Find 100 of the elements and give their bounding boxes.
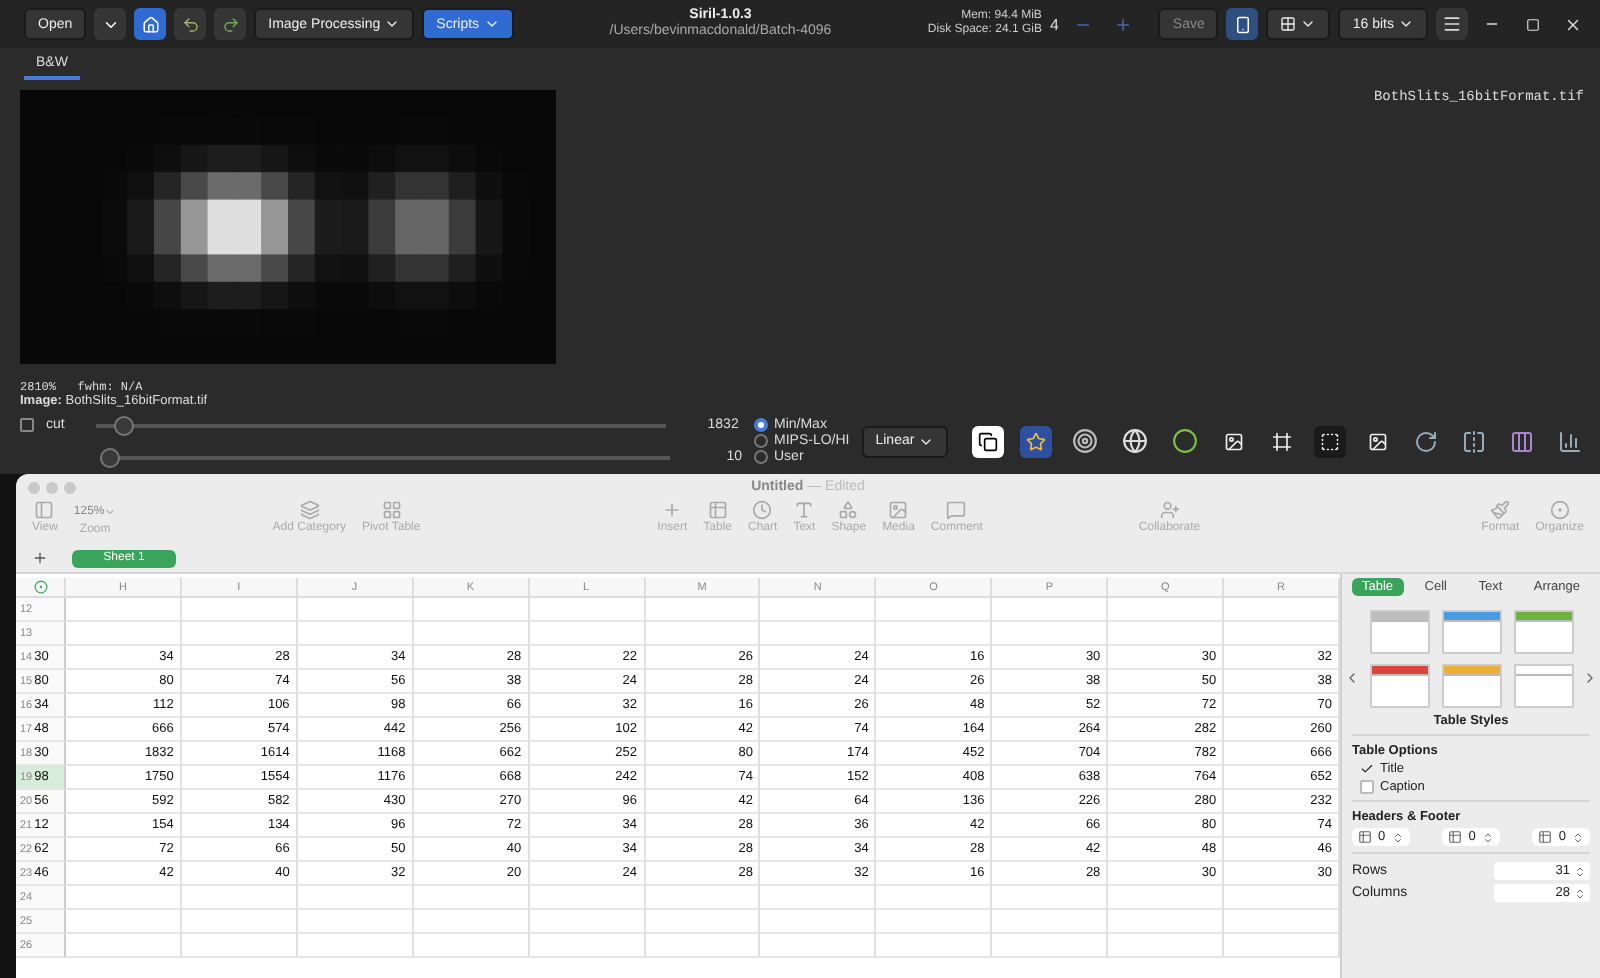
caret-icon xyxy=(1398,16,1414,32)
radio-button[interactable] xyxy=(754,450,768,465)
comment-icon xyxy=(946,500,967,520)
thread-count: 4 xyxy=(1049,15,1059,33)
table-cell xyxy=(645,622,761,646)
table-cell xyxy=(413,598,530,622)
home-button[interactable] xyxy=(134,8,167,40)
table-cell xyxy=(760,910,877,934)
table-cell xyxy=(66,934,182,958)
table-cell xyxy=(413,934,530,958)
table-style-thumbnail[interactable] xyxy=(1441,610,1501,654)
color-mode-dropdown[interactable] xyxy=(1266,8,1331,40)
table-cell xyxy=(66,910,182,934)
sidebar-icon xyxy=(34,500,55,520)
caret-icon xyxy=(483,16,500,32)
table-cell xyxy=(1108,622,1225,646)
redo-button[interactable] xyxy=(214,8,247,40)
table-cell xyxy=(297,622,414,646)
picture-icon xyxy=(1224,431,1245,452)
table-cell xyxy=(413,910,530,934)
table-style-thumbnail[interactable] xyxy=(1513,610,1573,654)
square-button[interactable] xyxy=(1314,425,1347,458)
plus-icon xyxy=(32,550,48,566)
table-cell xyxy=(760,598,877,622)
table-icon xyxy=(1358,830,1372,844)
home-icon xyxy=(141,15,160,33)
table-cell xyxy=(1108,934,1225,958)
table-cell xyxy=(876,598,993,622)
negative-view-button[interactable] xyxy=(972,425,1005,458)
target-button[interactable] xyxy=(1068,425,1103,458)
select-all-icon[interactable] xyxy=(33,580,47,594)
undo-button[interactable] xyxy=(174,8,207,40)
checkbox[interactable] xyxy=(1360,780,1374,794)
ring-icon xyxy=(1172,428,1199,455)
table-cell xyxy=(645,934,761,958)
table-style-thumbnail[interactable] xyxy=(1513,664,1573,708)
table-cell xyxy=(992,622,1109,646)
radio-button[interactable] xyxy=(754,434,768,449)
table-cell xyxy=(413,886,530,910)
copy-icon xyxy=(978,431,999,452)
person-plus-icon xyxy=(1159,500,1180,520)
table-cell xyxy=(1108,910,1225,934)
ring-button[interactable] xyxy=(1168,425,1203,458)
table-cell xyxy=(645,598,761,622)
table-cell xyxy=(529,886,646,910)
redo-icon xyxy=(221,15,240,33)
menu-button[interactable] xyxy=(1436,8,1468,40)
caret-icon xyxy=(104,505,117,517)
globe-icon xyxy=(1122,428,1149,455)
image-icon xyxy=(888,500,909,520)
table-cell xyxy=(297,910,414,934)
table-cell xyxy=(181,934,298,958)
previous-icon[interactable] xyxy=(1344,670,1360,686)
table-style-thumbnail[interactable] xyxy=(1441,664,1501,708)
dashed-square-icon xyxy=(1320,431,1341,452)
cut-checkbox[interactable] xyxy=(20,418,34,433)
table-cell xyxy=(297,598,414,622)
table-cell xyxy=(66,622,182,646)
table-cell xyxy=(297,934,414,958)
table-cell xyxy=(1108,598,1225,622)
flip-icon xyxy=(1462,429,1487,454)
star-icon xyxy=(1026,431,1047,452)
table-cell xyxy=(66,886,182,910)
table-cell xyxy=(645,886,761,910)
table-icon xyxy=(1538,830,1553,844)
table-cell xyxy=(992,910,1109,934)
radio-button[interactable] xyxy=(754,418,768,433)
table-cell xyxy=(760,934,877,958)
table-cell xyxy=(529,934,646,958)
slider-thumb[interactable] xyxy=(100,447,120,468)
table-cell xyxy=(760,886,877,910)
shapes-icon xyxy=(838,500,859,520)
close-icon xyxy=(1563,15,1581,33)
table-cell xyxy=(181,598,298,622)
clock-icon xyxy=(752,500,773,520)
table-style-thumbnail[interactable] xyxy=(1369,610,1429,654)
snapshot-button[interactable] xyxy=(1226,8,1259,40)
phone-icon xyxy=(1233,15,1252,33)
grid-icon xyxy=(381,500,402,520)
globe-button[interactable] xyxy=(1118,425,1153,458)
table-style-thumbnail[interactable] xyxy=(1369,664,1429,708)
caret-icon xyxy=(1300,16,1317,32)
table-cell xyxy=(645,910,761,934)
table-cell xyxy=(529,622,646,646)
next-icon[interactable] xyxy=(1582,670,1598,686)
target-icon xyxy=(1072,428,1099,455)
table-cell xyxy=(876,934,993,958)
table-cell xyxy=(876,622,993,646)
rotate-icon xyxy=(1414,429,1439,454)
table-cell xyxy=(529,598,646,622)
table-cell xyxy=(1108,886,1225,910)
circle-dot-icon xyxy=(1549,500,1570,520)
table-cell xyxy=(181,910,298,934)
table-cell xyxy=(992,934,1109,958)
slider-thumb[interactable] xyxy=(113,415,134,436)
table-cell xyxy=(297,886,414,910)
table-icon xyxy=(1448,830,1463,844)
table-cell xyxy=(66,598,182,622)
checkmark-icon[interactable] xyxy=(1360,762,1374,776)
star-button[interactable] xyxy=(1020,425,1053,458)
